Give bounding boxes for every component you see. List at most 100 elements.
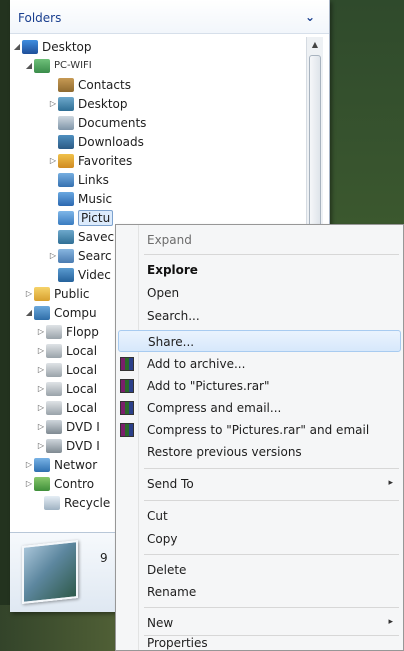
expand-arrow-icon[interactable]: ◢ — [12, 42, 22, 51]
tree-item-label: Favorites — [78, 153, 133, 168]
tree-item-local-disk[interactable]: ▷ Local — [36, 398, 97, 417]
folder-thumbnail — [22, 540, 78, 604]
folders-title: Folders — [18, 11, 62, 25]
collapse-arrow-icon[interactable]: ▷ — [36, 346, 46, 355]
folder-icon — [58, 96, 74, 111]
collapse-arrow-icon[interactable]: ▷ — [36, 327, 46, 336]
menu-item-compress-to-rar-and-email[interactable]: Compress to "Pictures.rar" and email — [116, 419, 403, 441]
tree-item-label: Local — [66, 400, 98, 415]
recycle-bin-icon — [44, 495, 60, 510]
collapse-arrow-icon[interactable]: ▷ — [48, 156, 58, 165]
menu-item-add-to-pictures-rar[interactable]: Add to "Pictures.rar" — [116, 375, 403, 397]
menu-item-properties[interactable]: Properties — [116, 630, 403, 650]
collapse-arrow-icon[interactable]: ▷ — [24, 460, 34, 469]
collapse-arrow-icon[interactable]: ▷ — [24, 479, 34, 488]
tree-item-dvd-drive[interactable]: ▷ DVD I — [36, 417, 100, 436]
menu-item-add-to-archive[interactable]: Add to archive... — [116, 353, 403, 375]
collapse-arrow-icon[interactable]: ▷ — [36, 365, 46, 374]
menu-item-label: Add to "Pictures.rar" — [147, 379, 270, 393]
menu-separator — [144, 607, 399, 608]
tree-item-searches[interactable]: ▷ Searc — [48, 246, 112, 265]
contacts-icon — [58, 77, 74, 92]
tree-item-dvd-drive[interactable]: ▷ DVD I — [36, 436, 100, 455]
tree-item-downloads[interactable]: Downloads — [48, 132, 144, 151]
tree-item-public[interactable]: ▷ Public — [24, 284, 90, 303]
tree-item-label: Downloads — [78, 134, 144, 149]
tree-item-recycle-bin[interactable]: Recycle — [34, 493, 110, 512]
tree-item-documents[interactable]: Documents — [48, 113, 146, 132]
tree-item-computer[interactable]: ◢ Compu — [24, 303, 97, 322]
menu-item-label: Properties — [147, 636, 208, 650]
menu-item-label: Compress and email... — [147, 401, 282, 415]
expand-arrow-icon[interactable]: ◢ — [24, 308, 34, 317]
tree-item-music[interactable]: Music — [48, 189, 112, 208]
menu-item-label: Expand — [147, 233, 192, 247]
menu-item-restore-previous-versions[interactable]: Restore previous versions — [116, 441, 403, 463]
tree-item-control-panel[interactable]: ▷ Contro — [24, 474, 94, 493]
tree-item-saved-games[interactable]: Savec — [48, 227, 114, 246]
collapse-arrow-icon[interactable]: ▷ — [36, 422, 46, 431]
tree-item-favorites[interactable]: ▷ Favorites — [48, 151, 132, 170]
tree-item-label: Savec — [78, 229, 115, 244]
tree-item-label: Contro — [54, 476, 95, 491]
tree-item-label: Music — [78, 191, 113, 206]
chevron-down-icon[interactable]: ⌄ — [305, 10, 315, 24]
tree-item-network[interactable]: ▷ Networ — [24, 455, 97, 474]
tree-item-desktop-folder[interactable]: ▷ Desktop — [48, 94, 128, 113]
tree-item-local-disk[interactable]: ▷ Local — [36, 360, 97, 379]
menu-item-copy[interactable]: Copy — [116, 528, 403, 550]
menu-item-delete[interactable]: Delete — [116, 559, 403, 581]
tree-item-desktop[interactable]: ◢ Desktop — [12, 37, 92, 56]
tree-item-videos[interactable]: Videc — [48, 265, 111, 284]
tree-item-pictures[interactable]: Pictu — [48, 208, 114, 227]
menu-item-expand[interactable]: Expand — [116, 229, 403, 251]
collapse-arrow-icon[interactable]: ▷ — [48, 99, 58, 108]
item-count: 9 — [100, 551, 108, 565]
tree-item-links[interactable]: Links — [48, 170, 109, 189]
tree-item-label: Local — [66, 381, 98, 396]
links-icon — [58, 172, 74, 187]
tree-item-user-folder[interactable]: ◢ PC-WIFI — [24, 56, 92, 75]
collapse-arrow-icon[interactable]: ▷ — [36, 384, 46, 393]
menu-item-share[interactable]: Share... — [118, 330, 401, 352]
floppy-icon — [46, 324, 62, 339]
tree-item-label: Contacts — [78, 77, 131, 92]
menu-item-open[interactable]: Open — [116, 282, 403, 304]
tree-item-floppy[interactable]: ▷ Flopp — [36, 322, 99, 341]
collapse-arrow-icon[interactable]: ▷ — [48, 251, 58, 260]
local-disk-icon — [46, 381, 62, 396]
user-folder-icon — [34, 58, 50, 73]
local-disk-icon — [46, 343, 62, 358]
menu-item-label: Cut — [147, 509, 168, 523]
winrar-icon — [120, 379, 134, 393]
menu-item-search[interactable]: Search... — [116, 305, 403, 327]
context-menu: Expand Explore Open Search... Share... A… — [115, 224, 404, 651]
submenu-arrow-icon: ▸ — [388, 617, 393, 627]
tree-item-label: Local — [66, 343, 98, 358]
computer-icon — [34, 305, 50, 320]
expand-arrow-icon[interactable]: ◢ — [24, 61, 34, 70]
collapse-arrow-icon[interactable]: ▷ — [36, 403, 46, 412]
tree-item-label: Searc — [78, 248, 112, 263]
menu-item-explore[interactable]: Explore — [116, 259, 403, 281]
tree-item-label: Recycle — [64, 495, 111, 510]
folders-header[interactable]: Folders ⌄ — [10, 0, 329, 34]
tree-item-contacts[interactable]: Contacts — [48, 75, 131, 94]
menu-item-label: New — [147, 616, 174, 630]
tree-item-local-disk[interactable]: ▷ Local — [36, 379, 97, 398]
menu-item-rename[interactable]: Rename — [116, 581, 403, 603]
tree-item-label: Networ — [54, 457, 98, 472]
documents-icon — [58, 115, 74, 130]
dvd-drive-icon — [46, 419, 62, 434]
scroll-up-arrow-icon[interactable]: ▲ — [307, 37, 323, 53]
collapse-arrow-icon[interactable]: ▷ — [36, 441, 46, 450]
menu-item-label: Explore — [147, 263, 198, 277]
menu-item-compress-and-email[interactable]: Compress and email... — [116, 397, 403, 419]
menu-item-cut[interactable]: Cut — [116, 505, 403, 527]
collapse-arrow-icon[interactable]: ▷ — [24, 289, 34, 298]
tree-item-local-disk[interactable]: ▷ Local — [36, 341, 97, 360]
menu-item-label: Share... — [148, 335, 195, 349]
menu-item-label: Open — [147, 286, 180, 300]
videos-icon — [58, 267, 74, 282]
menu-item-send-to[interactable]: Send To ▸ — [116, 473, 403, 495]
